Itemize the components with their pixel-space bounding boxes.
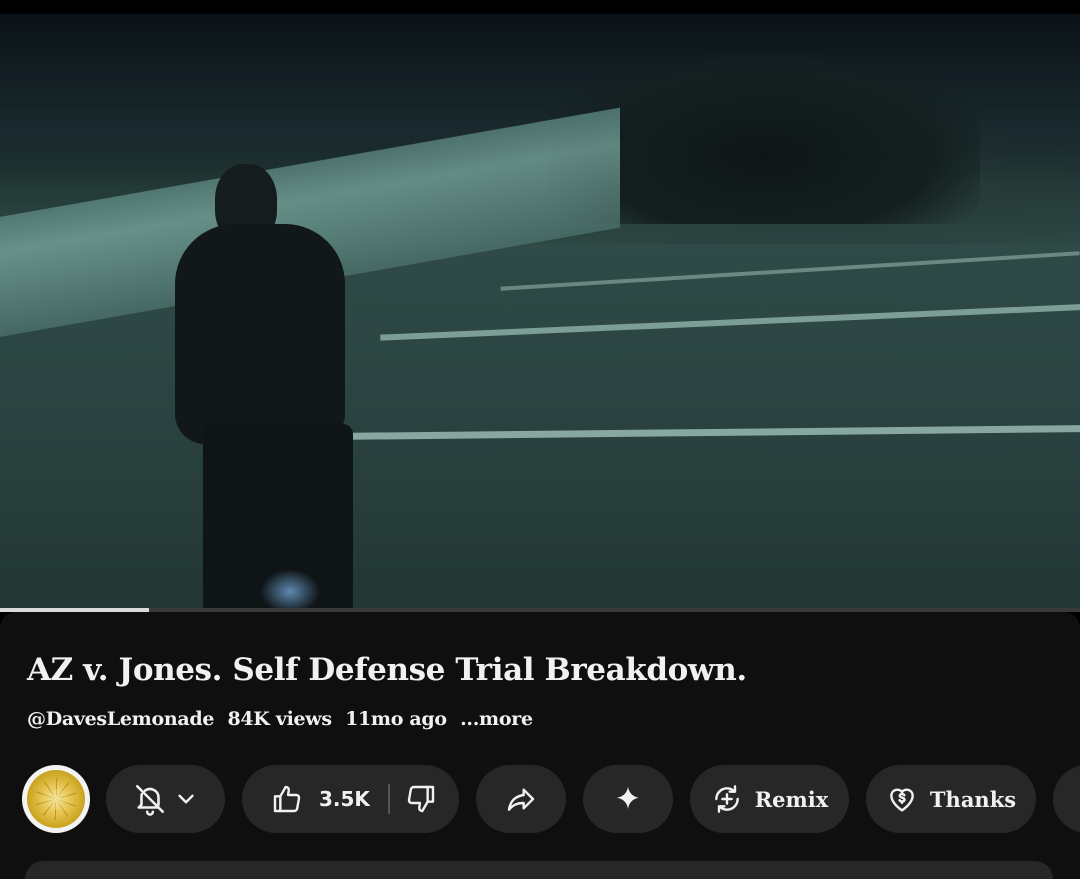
heart-dollar-icon [886,783,918,815]
channel-avatar[interactable] [22,765,90,833]
ask-button[interactable] [583,765,673,833]
dislike-button[interactable] [405,765,437,833]
video-frame-person [175,164,375,610]
view-count: 84K views [227,708,332,730]
remix-label: Remix [754,786,829,812]
video-title[interactable]: AZ v. Jones. Self Defense Trial Breakdow… [27,652,747,688]
download-button[interactable] [1053,765,1080,833]
action-bar: 3.5K Remix Thanks [0,765,1080,833]
channel-handle[interactable]: @DavesLemonade [27,708,214,730]
share-button[interactable] [476,765,566,833]
share-arrow-icon [505,783,537,815]
lemon-logo [27,770,85,828]
subscription-notifications-button[interactable] [106,765,225,833]
more-link[interactable]: ...more [460,708,533,730]
video-player[interactable] [0,14,1080,610]
like-button[interactable]: 3.5K [242,765,370,833]
like-divider [387,784,390,814]
video-frame-light [260,569,320,610]
comments-section-preview[interactable] [25,861,1053,879]
download-icon [1075,784,1080,814]
like-count: 3.5K [319,787,370,811]
thanks-button[interactable]: Thanks [866,765,1036,833]
chevron-down-icon [173,786,199,812]
remix-icon [711,783,743,815]
bell-off-icon [133,782,167,816]
video-meta-row[interactable]: @DavesLemonade 84K views 11mo ago ...mor… [27,708,540,730]
sparkle-icon [613,784,643,814]
thumbs-up-icon [271,783,303,815]
upload-age: 11mo ago [345,708,447,730]
thumbs-down-icon [405,783,437,815]
like-dislike-group: 3.5K [242,765,459,833]
remix-button[interactable]: Remix [690,765,849,833]
thanks-label: Thanks [929,786,1017,812]
